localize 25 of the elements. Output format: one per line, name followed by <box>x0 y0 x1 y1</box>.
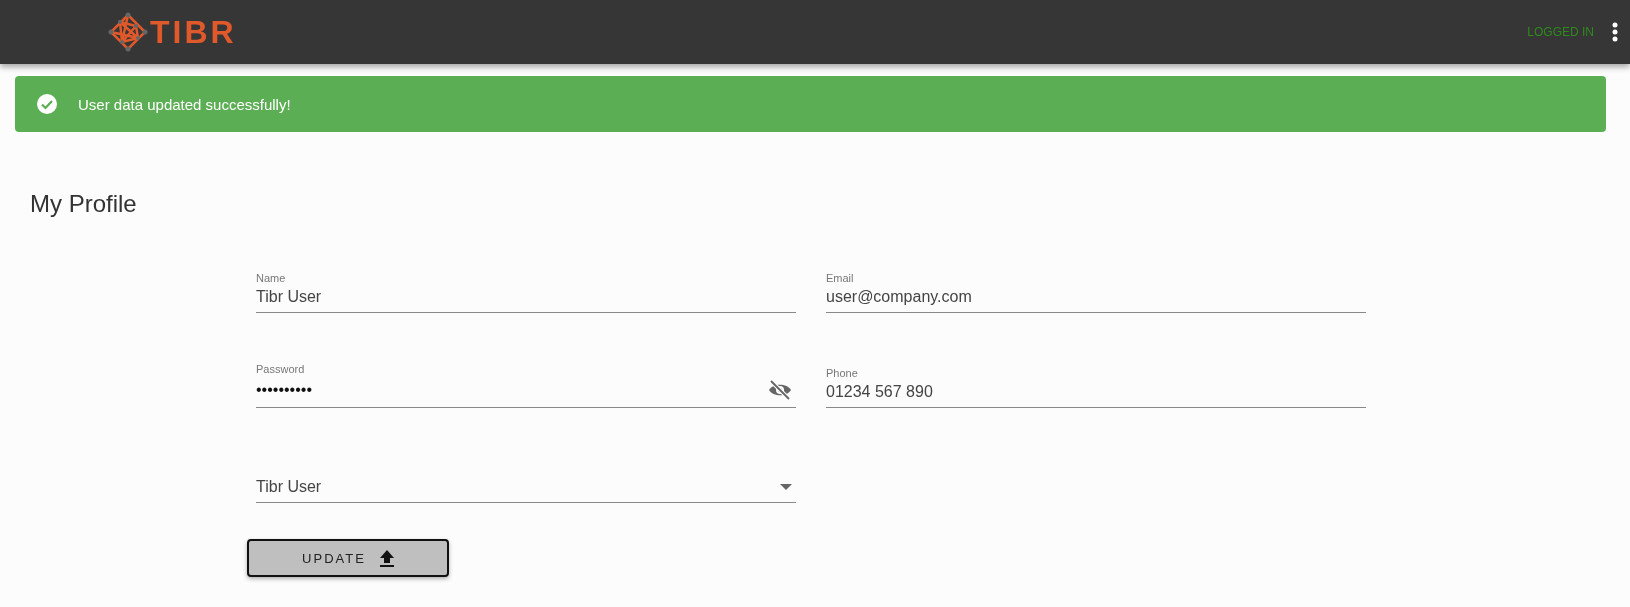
input-field[interactable]: Phone 01234 567 890 <box>826 353 1366 408</box>
input-field[interactable]: Email user@company.com <box>826 258 1366 313</box>
input-field[interactable]: Name Tibr User <box>256 258 796 313</box>
dropdown-caret-icon[interactable] <box>780 484 792 490</box>
field-value: Tibr User <box>256 288 322 306</box>
logo-icon <box>108 12 148 52</box>
check-circle-icon <box>36 93 58 115</box>
input-field[interactable]: Tibr User <box>256 448 796 503</box>
field-value: 01234 567 890 <box>826 383 933 401</box>
page-title: My Profile <box>30 190 138 218</box>
login-status: LOGGED IN <box>1527 25 1594 39</box>
field-label: Phone <box>826 367 859 379</box>
field-value: •••••••••• <box>256 381 312 399</box>
field-value: Tibr User <box>256 478 322 496</box>
field-label: Email <box>826 272 855 284</box>
eye-slash-icon[interactable] <box>768 379 792 401</box>
field-label: Name <box>256 272 287 284</box>
alert-message: User data updated successfully! <box>78 95 291 113</box>
field-label: Password <box>256 363 306 375</box>
field-value: user@company.com <box>826 288 972 306</box>
logo-text: TIBR <box>150 13 237 51</box>
update-button[interactable]: UPDATE <box>247 539 449 577</box>
more-options-icon[interactable] <box>1612 22 1618 42</box>
upload-icon <box>379 549 394 567</box>
input-field[interactable]: Password •••••••••• <box>256 353 796 408</box>
